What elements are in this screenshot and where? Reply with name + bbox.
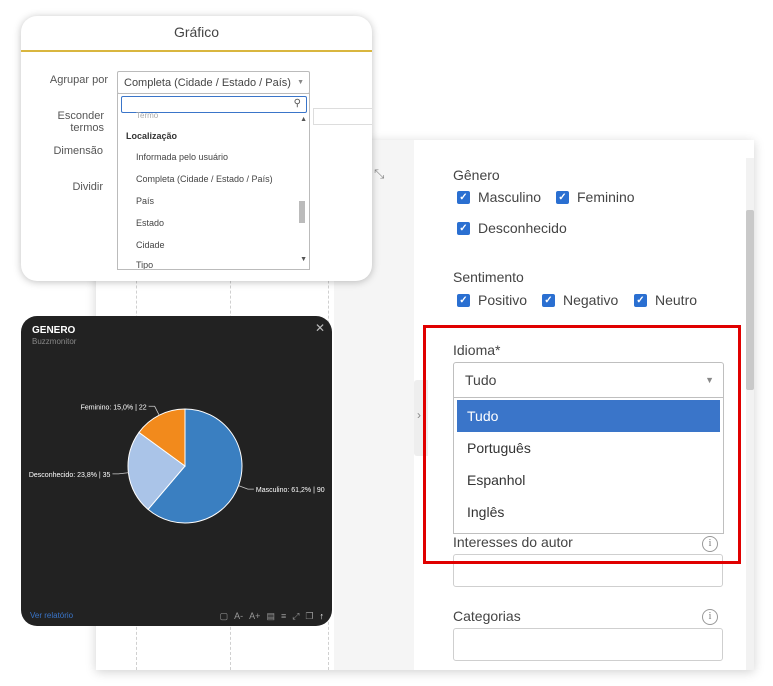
checkbox-label: Desconhecido (478, 220, 567, 236)
dimension-label: Dimensão (53, 145, 103, 157)
scrollbar-thumb[interactable] (299, 201, 305, 223)
group-by-select[interactable]: Completa (Cidade / Estado / País) ▼ (117, 71, 310, 94)
copy-icon[interactable]: ❐ (305, 611, 313, 622)
checkbox-label: Feminino (577, 189, 635, 205)
checkbox-label: Positivo (478, 292, 528, 308)
group-by-label: Agrupar por (49, 74, 108, 86)
scrollbar-thumb[interactable] (746, 210, 754, 390)
group-section-header: Localização (126, 131, 178, 141)
checkbox-checked-icon: ✓ (457, 293, 470, 307)
checkbox-checked-icon: ✓ (457, 221, 470, 235)
checkbox-neutro[interactable]: ✓ Neutro (634, 292, 697, 308)
group-option[interactable]: Informada pelo usuário (136, 152, 228, 162)
font-decrease-button[interactable]: A- (234, 611, 243, 622)
checkbox-masculino[interactable]: ✓ Masculino (457, 189, 541, 205)
pie-label-connector (148, 405, 160, 416)
arrow-up-icon[interactable]: ↑ (320, 611, 325, 622)
sentiment-filter-title: Sentimento (453, 269, 524, 285)
group-option[interactable]: Tipo (136, 260, 153, 269)
scroll-up-icon[interactable]: ▲ (300, 116, 307, 123)
hide-terms-label: Esconder termos (57, 110, 104, 134)
gender-filter-title: Gênero (453, 167, 500, 183)
close-icon[interactable]: ✕ (315, 321, 325, 335)
highlight-box (423, 325, 741, 564)
checkbox-desconhecido[interactable]: ✓ Desconhecido (457, 220, 567, 236)
chart-title: GENERO (32, 325, 76, 336)
view-report-link[interactable]: Ver relatório (30, 611, 73, 620)
group-option[interactable]: País (136, 196, 154, 206)
group-option[interactable]: Completa (Cidade / Estado / País) (136, 174, 273, 184)
checkbox-label: Neutro (655, 292, 698, 308)
compress-icon[interactable]: ⤡ (374, 166, 384, 182)
chevron-right-icon: › (417, 408, 421, 422)
checkbox-positivo[interactable]: ✓ Positivo (457, 292, 527, 308)
search-icon: ⚲ (293, 98, 301, 109)
group-option[interactable]: Cidade (136, 240, 165, 250)
checkbox-checked-icon: ✓ (556, 190, 569, 204)
group-by-select-value: Completa (Cidade / Estado / País) (124, 77, 291, 89)
chevron-down-icon: ▼ (297, 79, 304, 86)
genero-chart-card: GENERO Buzzmonitor ✕ Masculino: 61,2% | … (21, 316, 332, 626)
scrollbar[interactable] (746, 158, 754, 670)
pie-chart: Masculino: 61,2% | 90 Desconhecido: 23,8%… (29, 404, 325, 524)
title-divider (21, 50, 372, 52)
scroll-down-icon[interactable]: ▼ (300, 256, 307, 263)
categories-title: Categorias (453, 608, 521, 624)
pie-slice-label: Masculino: 61,2% | 90 (256, 487, 325, 494)
card-title: Gráfico (173, 24, 220, 40)
pie-slice-label: Feminino: 15,0% | 22 (81, 404, 147, 411)
checkbox-checked-icon: ✓ (542, 293, 555, 307)
group-option[interactable]: Termo (136, 111, 158, 120)
checkbox-label: Negativo (563, 292, 619, 308)
comment-icon[interactable]: ▢ (220, 611, 229, 622)
pie-slice-label: Desconhecido: 23,8% | 35 (29, 472, 111, 479)
expand-icon[interactable]: ⤢ (292, 611, 299, 622)
hide-terms-input[interactable] (313, 108, 372, 125)
chart-toolbar: ▢ A- A+ ▤ ≡ ⤢ ❐ ↑ (220, 611, 324, 622)
info-icon[interactable]: i (702, 609, 718, 625)
pie-label-connector (238, 485, 254, 490)
checkbox-label: Masculino (478, 189, 542, 205)
split-label: Dividir (72, 181, 103, 193)
checkbox-negativo[interactable]: ✓ Negativo (542, 292, 618, 308)
pie-label-connector (112, 472, 129, 475)
checkbox-feminino[interactable]: ✓ Feminino (556, 189, 635, 205)
font-increase-button[interactable]: A+ (249, 611, 260, 622)
grafico-settings-card: Gráfico Agrupar por Esconder termos Dime… (21, 16, 372, 281)
table-view-icon[interactable]: ▤ (266, 611, 275, 622)
checkbox-checked-icon: ✓ (457, 190, 470, 204)
categories-input[interactable] (453, 628, 723, 661)
checkbox-checked-icon: ✓ (634, 293, 647, 307)
group-by-dropdown: ⚲ Termo Localização Informada pelo usuár… (117, 93, 310, 270)
group-option[interactable]: Estado (136, 218, 164, 228)
list-icon[interactable]: ≡ (281, 611, 286, 622)
